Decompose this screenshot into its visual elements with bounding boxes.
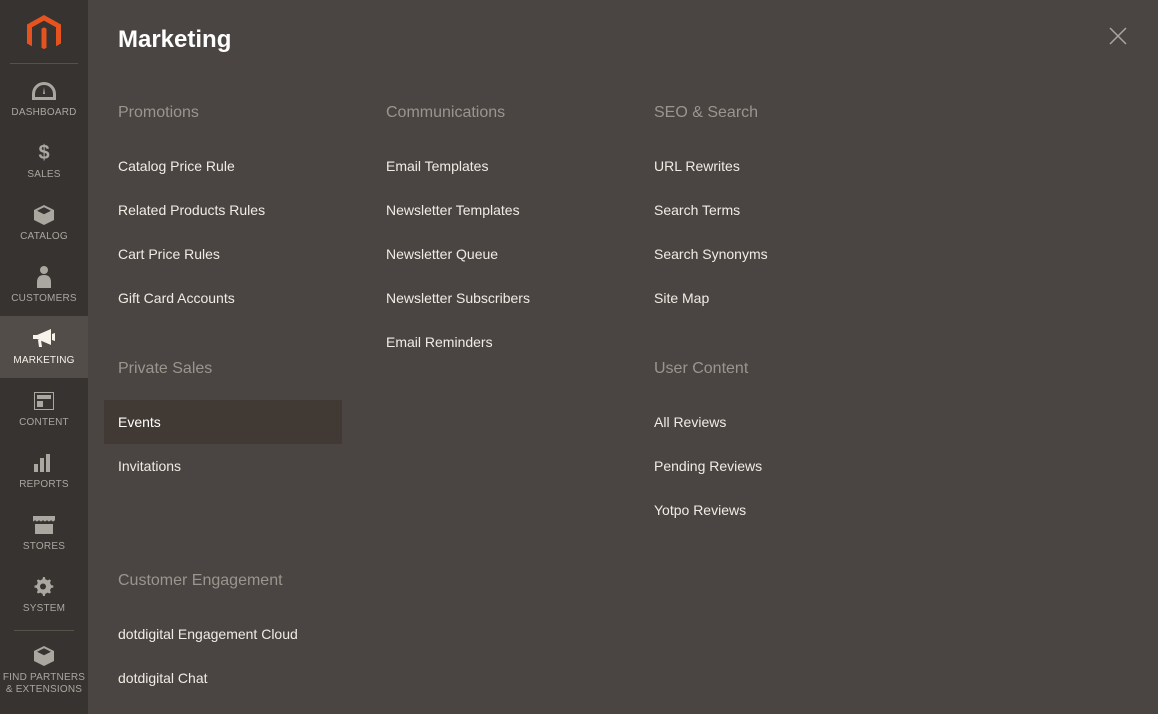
- menu-item-cart-price-rules[interactable]: Cart Price Rules: [104, 232, 342, 276]
- section-title: Customer Engagement: [118, 572, 386, 590]
- menu-item-newsletter-templates[interactable]: Newsletter Templates: [372, 188, 610, 232]
- sidebar-item-label: FIND PARTNERS & EXTENSIONS: [3, 672, 85, 696]
- close-icon: [1109, 27, 1127, 45]
- section-customer-engagement: Customer Engagementdotdigital Engagement…: [118, 572, 386, 714]
- section-promotions: PromotionsCatalog Price RuleRelated Prod…: [118, 104, 386, 320]
- dollar-icon: $: [38, 141, 49, 165]
- section-title: SEO & Search: [654, 104, 922, 122]
- menu-item-invitations[interactable]: Invitations: [104, 444, 342, 488]
- sidebar-item-customers[interactable]: CUSTOMERS: [0, 254, 88, 316]
- section-title: Communications: [386, 104, 654, 122]
- sidebar-item-label: CONTENT: [19, 417, 69, 429]
- menu-item-related-products-rules[interactable]: Related Products Rules: [104, 188, 342, 232]
- box-icon: [34, 203, 54, 227]
- sidebar-item-label: DASHBOARD: [11, 107, 76, 119]
- menu-item-yotpo-reviews[interactable]: Yotpo Reviews: [640, 488, 878, 532]
- menu-item-url-rewrites[interactable]: URL Rewrites: [640, 144, 878, 188]
- logo[interactable]: [10, 10, 78, 64]
- section-communications: CommunicationsEmail TemplatesNewsletter …: [386, 104, 654, 364]
- flyout-panel-marketing: Marketing PromotionsCatalog Price RuleRe…: [88, 0, 1158, 714]
- dashboard-icon: [32, 79, 56, 103]
- sidebar-item-system[interactable]: SYSTEM: [0, 564, 88, 626]
- panel-columns: PromotionsCatalog Price RuleRelated Prod…: [118, 104, 1128, 714]
- section-private-sales: Private SalesEventsInvitations: [118, 360, 386, 488]
- magento-logo-icon: [27, 15, 61, 53]
- section-title: User Content: [654, 360, 922, 378]
- section-title: Promotions: [118, 104, 386, 122]
- menu-item-gift-card-accounts[interactable]: Gift Card Accounts: [104, 276, 342, 320]
- gear-icon: [34, 575, 54, 599]
- sidebar-item-stores[interactable]: STORES: [0, 502, 88, 564]
- menu-item-email-reminders[interactable]: Email Reminders: [372, 320, 610, 364]
- layout-icon: [34, 389, 54, 413]
- panel-column: CommunicationsEmail TemplatesNewsletter …: [386, 104, 654, 572]
- sidebar-item-sales[interactable]: $ SALES: [0, 130, 88, 192]
- menu-item-all-reviews[interactable]: All Reviews: [640, 400, 878, 444]
- menu-item-email-templates[interactable]: Email Templates: [372, 144, 610, 188]
- sidebar-item-label: SALES: [27, 169, 60, 181]
- menu-item-pending-reviews[interactable]: Pending Reviews: [640, 444, 878, 488]
- sidebar-item-content[interactable]: CONTENT: [0, 378, 88, 440]
- panel-title: Marketing: [118, 20, 1128, 54]
- sidebar-item-reports[interactable]: REPORTS: [0, 440, 88, 502]
- menu-item-exclusion-rules[interactable]: Exclusion Rules: [104, 700, 342, 714]
- sidebar-separator: [14, 630, 74, 631]
- sidebar: DASHBOARD $ SALES CATALOG CUSTOMERS MARK…: [0, 0, 88, 714]
- section-user-content: User ContentAll ReviewsPending ReviewsYo…: [654, 360, 922, 532]
- sidebar-item-label: CATALOG: [20, 231, 68, 243]
- person-icon: [37, 265, 51, 289]
- section-seo-search: SEO & SearchURL RewritesSearch TermsSear…: [654, 104, 922, 320]
- menu-item-dotdigital-chat[interactable]: dotdigital Chat: [104, 656, 342, 700]
- sidebar-item-label: REPORTS: [19, 479, 69, 491]
- sidebar-item-label: MARKETING: [13, 355, 74, 367]
- menu-item-newsletter-queue[interactable]: Newsletter Queue: [372, 232, 610, 276]
- menu-item-events[interactable]: Events: [104, 400, 342, 444]
- sidebar-item-label: CUSTOMERS: [11, 293, 77, 305]
- panel-column: SEO & SearchURL RewritesSearch TermsSear…: [654, 104, 922, 572]
- panel-column: PromotionsCatalog Price RuleRelated Prod…: [118, 104, 386, 572]
- bars-icon: [34, 451, 54, 475]
- menu-item-search-terms[interactable]: Search Terms: [640, 188, 878, 232]
- menu-item-catalog-price-rule[interactable]: Catalog Price Rule: [104, 144, 342, 188]
- megaphone-icon: [33, 327, 55, 351]
- sidebar-item-label: STORES: [23, 541, 65, 553]
- sidebar-item-catalog[interactable]: CATALOG: [0, 192, 88, 254]
- close-button[interactable]: [1106, 24, 1130, 48]
- sidebar-item-findpartners[interactable]: FIND PARTNERS & EXTENSIONS: [0, 635, 88, 705]
- sidebar-item-label: SYSTEM: [23, 603, 65, 615]
- sidebar-item-marketing[interactable]: MARKETING: [0, 316, 88, 378]
- panel-column: Customer Engagementdotdigital Engagement…: [118, 572, 386, 714]
- menu-item-dotdigital-engagement-cloud[interactable]: dotdigital Engagement Cloud: [104, 612, 342, 656]
- menu-item-newsletter-subscribers[interactable]: Newsletter Subscribers: [372, 276, 610, 320]
- menu-item-search-synonyms[interactable]: Search Synonyms: [640, 232, 878, 276]
- menu-item-site-map[interactable]: Site Map: [640, 276, 878, 320]
- section-title: Private Sales: [118, 360, 386, 378]
- sidebar-item-dashboard[interactable]: DASHBOARD: [0, 68, 88, 130]
- storefront-icon: [33, 513, 55, 537]
- extensions-icon: [34, 644, 54, 668]
